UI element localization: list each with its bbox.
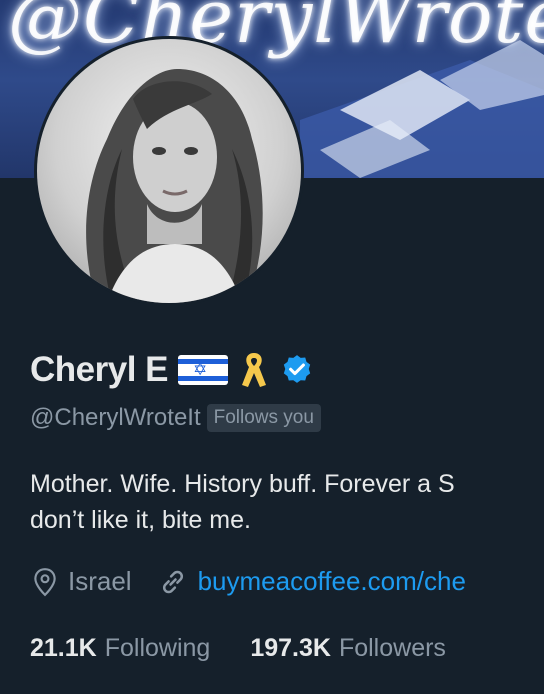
link-icon xyxy=(162,570,183,593)
followers-count: 197.3K xyxy=(250,634,331,662)
name-row: Cheryl E ✡ xyxy=(30,348,314,392)
bio-line: Mother. Wife. History buff. Forever a S xyxy=(30,470,455,498)
following-count: 21.1K xyxy=(30,634,97,662)
website-item[interactable]: buymeacoffee.com/che xyxy=(158,566,466,597)
display-name: Cheryl E xyxy=(30,350,169,389)
website-link[interactable]: buymeacoffee.com/che xyxy=(198,566,466,597)
following-label: Following xyxy=(104,634,211,662)
follow-stats: 21.1K Following 197.3K Followers xyxy=(30,634,486,663)
following-stat[interactable]: 21.1K Following xyxy=(30,634,210,663)
location-pin-icon xyxy=(34,567,56,596)
follows-you-badge: Follows you xyxy=(206,404,321,432)
profile-meta: Israel buymeacoffee.com/che xyxy=(32,566,466,597)
bio-line: don’t like it, bite me. xyxy=(30,506,251,534)
israel-flag-icon: ✡ xyxy=(178,355,228,385)
yellow-ribbon-icon xyxy=(242,353,266,387)
followers-label: Followers xyxy=(338,634,446,662)
profile-handle: @CherylWroteIt xyxy=(30,404,201,431)
location-item: Israel xyxy=(32,566,132,597)
avatar[interactable] xyxy=(34,36,304,306)
avatar-image xyxy=(37,39,301,303)
verified-badge-icon[interactable] xyxy=(280,353,314,387)
handle-row: @CherylWroteIt Follows you xyxy=(30,404,321,432)
profile-bio: Mother. Wife. History buff. Forever a S … xyxy=(30,466,455,538)
location-text: Israel xyxy=(68,566,132,596)
followers-stat[interactable]: 197.3K Followers xyxy=(250,634,446,663)
